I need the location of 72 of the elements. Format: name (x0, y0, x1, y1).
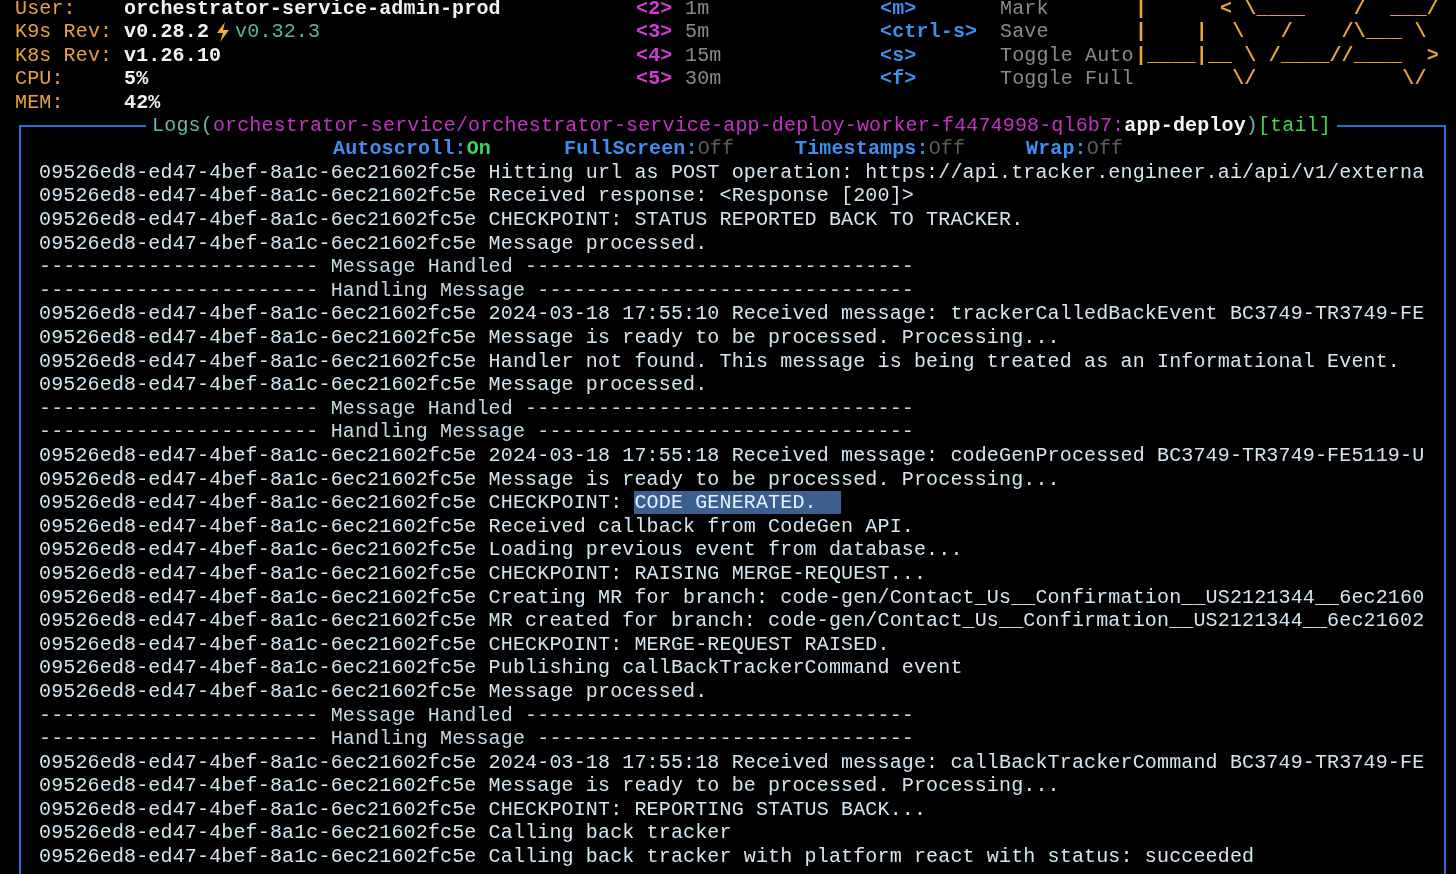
log-line: 09526ed8-ed47-4bef-8a1c-6ec21602fc5e 2024-03-18 17:55:18 Received message: callBackTrackerCommand BC3749-TR3749-FE (39, 750, 1425, 775)
separator-line: ----------------------- Handling Message ------------------------------- (39, 420, 914, 444)
log-line: 09526ed8-ed47-4bef-8a1c-6ec21602fc5e Message processed. (39, 373, 708, 397)
log-line: 09526ed8-ed47-4bef-8a1c-6ec21602fc5e Message is ready to be processed. Processing... (39, 467, 1060, 492)
log-line: 09526ed8-ed47-4bef-8a1c-6ec21602fc5e CHECKPOINT: RAISING MERGE-REQUEST... (39, 561, 927, 586)
shortcut-label: Toggle Full (1000, 67, 1134, 91)
log-line: 09526ed8-ed47-4bef-8a1c-6ec21602fc5e Calling back tracker with platform react with status: succeeded (39, 845, 1255, 869)
shortcut-key: <f> (880, 67, 1000, 91)
toggle-value: Off (1086, 137, 1124, 161)
toggle-label: Autoscroll: (333, 137, 467, 161)
range-label: 1m (685, 0, 710, 21)
log-line: 09526ed8-ed47-4bef-8a1c-6ec21602fc5e Handler not found. This message is being treated as an Informational Event. (39, 349, 1401, 374)
info-label: CPU: (15, 67, 65, 91)
separator-line: ----------------------- Message Handled -------------------------------- (39, 255, 914, 279)
log-line: 09526ed8-ed47-4bef-8a1c-6ec21602fc5e Loading previous event from database... (39, 538, 963, 562)
info-value: 5% (124, 67, 149, 91)
lightning-icon (215, 22, 232, 43)
shortcut-label: Save (1000, 20, 1049, 44)
log-line: 09526ed8-ed47-4bef-8a1c-6ec21602fc5e CHECKPOINT: REPORTING STATUS BACK... (39, 797, 927, 822)
shortcut-label: Mark (1000, 0, 1049, 21)
separator-line: ----------------------- Message Handled -------------------------------- (39, 703, 914, 728)
range-label: 15m (685, 43, 722, 68)
shortcut-key: <ctrl-s> (880, 20, 1000, 44)
toggle-value: Off (928, 137, 966, 161)
info-label: MEM: (15, 90, 65, 115)
info-value: orchestrator-service-admin-prod (124, 0, 501, 21)
shortcut-key: <s> (880, 43, 1000, 68)
info-value: v1.26.10 (124, 43, 222, 68)
info-value: v0.28.2 (124, 20, 210, 44)
panel-title: Logs( (152, 114, 213, 138)
separator-line: ----------------------- Message Handled -------------------------------- (39, 396, 914, 421)
log-line: 09526ed8-ed47-4bef-8a1c-6ec21602fc5e MR created for branch: code-gen/Contact_Us__Confirmation__US2121344__6ec21602 (39, 609, 1425, 633)
log-line: 09526ed8-ed47-4bef-8a1c-6ec21602fc5e Message is ready to be processed. Processing... (39, 326, 1060, 350)
range-label: 5m (685, 20, 710, 44)
log-line: 09526ed8-ed47-4bef-8a1c-6ec21602fc5e CHECKPOINT: STATUS REPORTED BACK TO TRACKER. (39, 208, 1024, 232)
range-label: 30m (685, 67, 722, 91)
shortcut-key: <m> (880, 0, 1000, 21)
ascii-logo: | < \____ / ___/ | | \ / /\___ \ |____|__ \ /____//____ > \/ \/ (1135, 0, 1439, 93)
log-line: 09526ed8-ed47-4bef-8a1c-6ec21602fc5e Message is ready to be processed. Processing... (39, 774, 1060, 798)
log-line: 09526ed8-ed47-4bef-8a1c-6ec21602fc5e Received callback from CodeGen API. (39, 514, 914, 539)
toggle-value: Off (697, 137, 735, 161)
range-key: <5> (636, 67, 685, 91)
log-line: 09526ed8-ed47-4bef-8a1c-6ec21602fc5e Message processed. (39, 679, 708, 704)
log-line: 09526ed8-ed47-4bef-8a1c-6ec21602fc5e Creating MR for branch: code-gen/Contact_Us__Confirmation__US2121344__6ec2160 (39, 585, 1425, 610)
log-line: 09526ed8-ed47-4bef-8a1c-6ec21602fc5e Received response: <Response [200]> (39, 184, 914, 209)
range-key: <2> (636, 0, 685, 21)
log-line: 09526ed8-ed47-4bef-8a1c-6ec21602fc5e Publishing callBackTrackerCommand event (39, 656, 963, 680)
info-label: K8s Rev: (15, 43, 114, 68)
range-key: <4> (636, 43, 685, 68)
title-paren: ) (1245, 114, 1258, 138)
toggle-label: FullScreen: (564, 137, 698, 161)
log-line: 09526ed8-ed47-4bef-8a1c-6ec21602fc5e Hitting url as POST operation: https://api.tracker.engineer.ai/api/v1/externa (39, 160, 1425, 185)
toggle-value: On (466, 137, 491, 161)
toggle-label: Wrap: (1026, 137, 1087, 161)
shortcut-label: Toggle Auto (1000, 43, 1134, 68)
log-line: 09526ed8-ed47-4bef-8a1c-6ec21602fc5e CHECKPOINT: MERGE-REQUEST RAISED. (39, 632, 890, 657)
separator-line: ----------------------- Handling Message ------------------------------- (39, 727, 914, 751)
info-label: User: (15, 0, 77, 21)
container-name: app-deploy (1124, 114, 1246, 138)
update-version: v0.32.3 (235, 20, 321, 44)
toggle-label: Timestamps: (795, 137, 929, 161)
log-line: 09526ed8-ed47-4bef-8a1c-6ec21602fc5e 2024-03-18 17:55:18 Received message: codeGenProcessed BC3749-TR3749-FE5119-U (39, 443, 1425, 468)
separator-line: ----------------------- Handling Message ------------------------------- (39, 278, 914, 303)
info-value: 42% (124, 90, 161, 115)
log-line: 09526ed8-ed47-4bef-8a1c-6ec21602fc5e Message processed. (39, 231, 708, 256)
log-line: 09526ed8-ed47-4bef-8a1c-6ec21602fc5e 2024-03-18 17:55:10 Received message: trackerCalledBackEvent BC3749-TR3749-FE (39, 302, 1425, 326)
mode-label: [tail] (1257, 114, 1331, 138)
pod-path: orchestrator-service/orchestrator-service-app-deploy-worker-f4474998-ql6b7: (212, 114, 1125, 138)
info-label: K9s Rev: (15, 20, 114, 44)
range-key: <3> (636, 20, 685, 44)
log-line: 09526ed8-ed47-4bef-8a1c-6ec21602fc5e Calling back tracker (39, 821, 732, 846)
log-line: 09526ed8-ed47-4bef-8a1c-6ec21602fc5e CHECKPOINT: CODE GENERATED. (39, 491, 841, 515)
